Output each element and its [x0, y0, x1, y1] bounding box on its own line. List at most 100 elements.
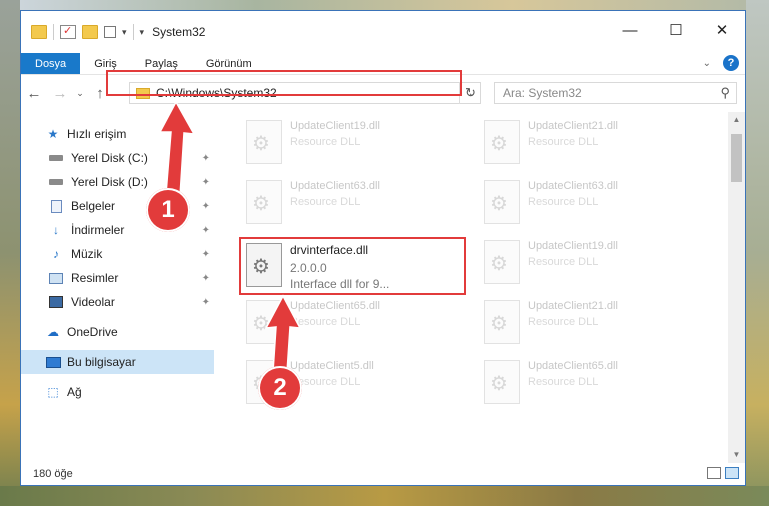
ribbon-right-controls: ⌄ ?	[703, 55, 739, 71]
file-description: Resource DLL	[290, 196, 361, 208]
search-input[interactable]: Ara: System32 ⚲	[494, 82, 737, 104]
star-icon: ★	[47, 127, 59, 141]
pin-icon: ✦	[201, 272, 210, 284]
list-item[interactable]: UpdateClient19.dll Resource DLL	[242, 116, 462, 172]
desktop-background-right	[746, 0, 769, 506]
sidebar-item-label: Yerel Disk (D:)	[71, 175, 148, 189]
customize-qat-icon[interactable]: ▾	[140, 27, 145, 38]
network-icon: ⬚	[47, 385, 59, 399]
list-item[interactable]: UpdateClient21.dll Resource DLL	[480, 116, 700, 172]
sidebar-item-onedrive[interactable]: ☁ OneDrive	[21, 320, 214, 344]
file-name: UpdateClient5.dll	[290, 360, 374, 372]
forward-button[interactable]: →	[47, 85, 73, 102]
sidebar-item-label: OneDrive	[67, 325, 118, 339]
item-count: 180 öğe	[33, 468, 73, 480]
sidebar-item-quick-access[interactable]: ★ Hızlı erişim	[21, 122, 214, 146]
sidebar-item-label: İndirmeler	[71, 223, 125, 237]
back-button[interactable]: ←	[21, 85, 47, 102]
file-name: UpdateClient19.dll	[528, 240, 618, 252]
divider	[132, 24, 134, 40]
cloud-icon: ☁	[47, 325, 59, 339]
disk-icon	[48, 175, 64, 189]
minimize-button[interactable]: —	[607, 19, 653, 41]
sidebar-item-pictures[interactable]: Resimler ✦	[21, 266, 214, 290]
close-button[interactable]: ✕	[699, 19, 745, 41]
file-name: UpdateClient21.dll	[528, 300, 618, 312]
desktop-background-top	[0, 0, 769, 10]
expand-ribbon-icon[interactable]: ⌄	[703, 58, 711, 69]
view-menu-icon[interactable]	[104, 26, 116, 38]
quick-access-toolbar: ▾ ▾	[21, 24, 144, 40]
file-description: Resource DLL	[290, 136, 361, 148]
pin-icon: ✦	[201, 248, 210, 260]
dll-file-icon	[246, 180, 282, 224]
qat-dropdown-icon[interactable]: ▾	[122, 27, 127, 38]
step-1-badge: 1	[146, 188, 190, 232]
window-title: System32	[152, 25, 206, 39]
list-item[interactable]: UpdateClient65.dll Resource DLL	[242, 296, 462, 352]
download-icon: ↓	[53, 223, 59, 237]
file-description: Resource DLL	[528, 376, 599, 388]
tab-dosya[interactable]: Dosya	[21, 53, 81, 74]
sidebar-item-label: Müzik	[71, 247, 103, 261]
sidebar-item-music[interactable]: ♪ Müzik ✦	[21, 242, 214, 266]
dll-file-icon	[246, 120, 282, 164]
recent-locations-button[interactable]: ⌄	[73, 88, 87, 99]
view-toggle	[707, 467, 739, 479]
new-folder-icon[interactable]	[82, 25, 98, 39]
list-item[interactable]: UpdateClient65.dll Resource DLL	[480, 356, 700, 412]
sidebar-item-label: Resimler	[71, 271, 119, 285]
sidebar-item-label: Bu bilgisayar	[67, 355, 136, 369]
computer-icon	[45, 355, 61, 369]
music-icon: ♪	[53, 247, 59, 261]
title-bar: ▾ ▾ System32 — ☐ ✕	[21, 11, 745, 53]
vertical-scrollbar[interactable]: ▲ ▼	[728, 112, 745, 463]
help-icon[interactable]: ?	[723, 55, 739, 71]
sidebar-item-videos[interactable]: Videolar ✦	[21, 290, 214, 314]
file-name: UpdateClient21.dll	[528, 120, 618, 132]
pin-icon: ✦	[201, 224, 210, 236]
sidebar-item-disk-c[interactable]: Yerel Disk (C:) ✦	[21, 146, 214, 170]
step-2-badge: 2	[258, 366, 302, 410]
dll-file-icon	[484, 300, 520, 344]
dll-file-icon	[484, 120, 520, 164]
list-item[interactable]: UpdateClient63.dll Resource DLL	[242, 176, 462, 232]
file-description: Resource DLL	[290, 316, 361, 328]
document-icon	[48, 199, 64, 213]
file-highlight-box	[239, 237, 466, 295]
tiles-view-icon[interactable]	[725, 467, 739, 479]
desktop-background-bottom	[0, 486, 769, 506]
navigation-pane: ★ Hızlı erişim Yerel Disk (C:) ✦ Yerel D…	[21, 112, 214, 463]
dll-file-icon	[246, 300, 282, 344]
sidebar-item-label: Ağ	[67, 385, 82, 399]
scroll-up-icon[interactable]: ▲	[728, 112, 745, 128]
details-view-icon[interactable]	[707, 467, 721, 479]
address-highlight-box	[106, 70, 462, 96]
list-item[interactable]: UpdateClient19.dll Resource DLL	[480, 236, 700, 292]
file-description: Resource DLL	[528, 136, 599, 148]
dll-file-icon	[484, 360, 520, 404]
search-icon[interactable]: ⚲	[720, 85, 730, 101]
file-name: UpdateClient65.dll	[528, 360, 618, 372]
sidebar-item-network[interactable]: ⬚ Ağ	[21, 380, 214, 404]
window-controls: — ☐ ✕	[607, 19, 745, 41]
scroll-down-icon[interactable]: ▼	[728, 447, 745, 463]
scroll-thumb[interactable]	[731, 134, 742, 182]
sidebar-item-this-pc[interactable]: Bu bilgisayar	[21, 350, 214, 374]
sidebar-item-label: Videolar	[71, 295, 115, 309]
file-name: UpdateClient65.dll	[290, 300, 380, 312]
folder-icon	[31, 25, 47, 39]
divider	[53, 24, 54, 40]
file-description: Resource DLL	[290, 376, 361, 388]
maximize-button[interactable]: ☐	[653, 19, 699, 41]
refresh-button[interactable]: ↻	[459, 82, 481, 104]
sidebar-item-label: Belgeler	[71, 199, 116, 213]
sidebar-item-label: Hızlı erişim	[67, 127, 127, 141]
list-item[interactable]: UpdateClient21.dll Resource DLL	[480, 296, 700, 352]
sidebar-item-disk-d[interactable]: Yerel Disk (D:) ✦	[21, 170, 214, 194]
pictures-icon	[48, 271, 64, 285]
properties-icon[interactable]	[60, 24, 76, 39]
pin-icon: ✦	[201, 176, 210, 188]
list-item[interactable]: UpdateClient63.dll Resource DLL	[480, 176, 700, 232]
pin-icon: ✦	[201, 296, 210, 308]
